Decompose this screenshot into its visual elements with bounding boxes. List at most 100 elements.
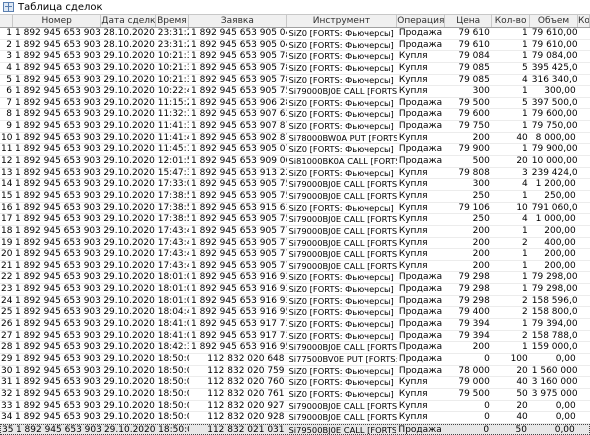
table-row[interactable]: 271 892 945 653 903 863 53429.10.202018:… <box>0 331 590 343</box>
table-row[interactable]: 241 892 945 653 903 816 74129.10.202018:… <box>0 296 590 308</box>
cell-operation: Купля <box>398 225 428 236</box>
cell-instrument: SiZ0 [FORTS: Фьючерсы] <box>288 51 394 62</box>
cell-quantity: 2 <box>522 307 528 318</box>
cell-order: 1 892 945 653 905 773 379 <box>191 237 286 248</box>
table-row[interactable]: 121 892 945 653 903 299 06629.10.202012:… <box>0 156 590 168</box>
table-row[interactable]: 211 892 945 653 903 774 57629.10.202017:… <box>0 261 590 273</box>
column-header-time[interactable]: Время <box>156 15 190 27</box>
cell-time: 17:43:43 <box>157 249 189 260</box>
cell-price: 79 400 <box>458 307 490 318</box>
cell-order: 112 832 020 761 <box>207 388 285 399</box>
table-row[interactable]: 231 892 945 653 903 816 74029.10.202018:… <box>0 284 590 296</box>
cell-row-number: 19 <box>1 237 13 248</box>
column-header-row-number[interactable] <box>0 15 13 27</box>
column-header-price[interactable]: Цена <box>445 15 493 27</box>
cell-row-number: 22 <box>1 272 13 283</box>
table-row[interactable]: 21 892 945 653 903 035 24728.10.202023:3… <box>0 40 590 52</box>
table-row[interactable]: 221 892 945 653 903 816 73929.10.202018:… <box>0 272 590 285</box>
table-row[interactable]: 81 892 945 653 903 227 42429.10.202011:3… <box>0 109 590 122</box>
table-row[interactable]: 41 892 945 653 903 109 95629.10.202010:2… <box>0 63 590 75</box>
table-row[interactable]: 291 892 945 653 903 870 72329.10.202018:… <box>0 354 590 366</box>
cell-volume: 0,00 <box>555 353 576 364</box>
table-row[interactable]: 101 892 945 653 903 247 55529.10.202011:… <box>0 133 590 145</box>
cell-operation: Продажа <box>398 353 443 364</box>
cell-quantity: 40 <box>516 377 528 388</box>
table-row[interactable]: 91 892 945 653 903 246 89229.10.202011:4… <box>0 121 590 133</box>
table-row[interactable]: 161 892 945 653 903 749 15829.10.202017:… <box>0 203 590 215</box>
column-header-operation[interactable]: Операция <box>397 15 446 27</box>
cell-volume: 8 000,00 <box>535 132 576 143</box>
table-row[interactable]: 71 892 945 653 903 197 11529.10.202011:1… <box>0 98 590 110</box>
cell-volume: 1 200,00 <box>535 179 576 190</box>
cell-operation: Продажа <box>398 319 443 330</box>
table-row[interactable]: 151 892 945 653 903 749 10229.10.202017:… <box>0 191 590 203</box>
table-row[interactable]: 261 892 945 653 903 863 53329.10.202018:… <box>0 319 590 331</box>
cell-price: 250 <box>472 190 490 201</box>
column-header-extra[interactable]: Ко <box>578 15 590 27</box>
cell-order: 1 892 945 653 916 938 769 <box>191 284 286 295</box>
table-row[interactable]: 321 892 945 653 903 871 71229.10.202018:… <box>0 389 590 401</box>
table-row[interactable]: 351 892 945 653 903 873 56529.10.202018:… <box>0 423 590 435</box>
table-row[interactable]: 311 892 945 653 903 871 71129.10.202018:… <box>0 377 590 389</box>
cell-trade-date: 29.10.2020 <box>103 156 155 167</box>
cell-price: 0 <box>484 353 490 364</box>
table-row[interactable]: 11 892 945 653 903 035 24628.10.202023:3… <box>0 28 590 40</box>
table-row[interactable]: 191 892 945 653 903 774 56829.10.202017:… <box>0 238 590 250</box>
cell-time: 10:21:31 <box>157 74 189 85</box>
column-header-volume[interactable]: Объем <box>530 15 578 27</box>
table-row[interactable]: 171 892 945 653 903 749 18229.10.202017:… <box>0 214 590 226</box>
cell-time: 18:41:05 <box>157 330 189 341</box>
cell-number: 1 892 945 653 903 711 342 <box>15 179 101 190</box>
cell-row-number: 15 <box>1 190 13 201</box>
cell-time: 11:45:14 <box>157 144 189 155</box>
table-row[interactable]: 251 892 945 653 903 823 89829.10.202018:… <box>0 307 590 320</box>
cell-row-number: 10 <box>1 132 13 143</box>
cell-row-number: 17 <box>1 214 13 225</box>
cell-price: 200 <box>472 342 490 353</box>
cell-quantity: 1 <box>522 51 528 62</box>
table-row[interactable]: 201 892 945 653 903 774 57229.10.202017:… <box>0 249 590 261</box>
cell-row-number: 14 <box>1 179 13 190</box>
cell-time: 18:50:05 <box>157 412 189 423</box>
cell-price: 79 610 <box>458 39 490 50</box>
cell-extra <box>578 40 590 51</box>
cell-order: 1 892 945 653 916 950 343 <box>191 307 286 318</box>
table-row[interactable]: 281 892 945 653 903 864 92029.10.202018:… <box>0 342 590 354</box>
cell-row-number: 27 <box>1 330 13 341</box>
trades-table[interactable]: Номер Дата сделки Время Заявка Инструмент Опе… <box>0 15 590 435</box>
table-row[interactable]: 301 892 945 653 903 871 71029.10.202018:… <box>0 366 590 378</box>
window-titlebar[interactable]: Таблица сделок <box>0 0 590 15</box>
cell-price: 79 900 <box>458 144 490 155</box>
table-row[interactable]: 131 892 945 653 903 558 73229.10.202015:… <box>0 168 590 180</box>
column-header-instrument[interactable]: Инструмент <box>287 15 398 27</box>
table-row[interactable]: 51 892 945 653 903 109 95729.10.202010:2… <box>0 75 590 87</box>
column-header-number[interactable]: Номер <box>13 15 102 27</box>
table-row[interactable]: 331 892 945 653 903 872 71229.10.202018:… <box>0 401 590 413</box>
cell-row-number: 26 <box>1 319 13 330</box>
table-row[interactable]: 31 892 945 653 903 109 95529.10.202010:2… <box>0 51 590 63</box>
cell-quantity: 3 <box>522 167 528 178</box>
cell-order: 1 892 945 653 905 773 379 <box>191 260 286 271</box>
cell-instrument: Si79500BJ0E CALL [FORTS: Опци <box>288 424 397 435</box>
table-row[interactable]: 141 892 945 653 903 711 34229.10.202017:… <box>0 179 590 191</box>
table-row[interactable]: 181 892 945 653 903 774 56529.10.202017:… <box>0 226 590 238</box>
cell-time: 12:01:55 <box>157 156 189 167</box>
column-header-trade-date[interactable]: Дата сделки <box>101 15 156 27</box>
table-row[interactable]: 61 892 945 653 903 113 28029.10.202010:2… <box>0 86 590 98</box>
table-row[interactable]: 341 892 945 653 903 872 99329.10.202018:… <box>0 412 590 424</box>
cell-operation: Продажа <box>398 28 443 38</box>
cell-row-number: 13 <box>1 167 13 178</box>
cell-row-number: 7 <box>6 97 12 108</box>
cell-time: 18:50:05 <box>157 353 189 364</box>
cell-extra <box>578 401 590 412</box>
cell-instrument: SiZ0 [FORTS: Фьючерсы] <box>288 109 394 120</box>
cell-instrument: Si79000BJ0E CALL [FORTS: Опци <box>288 260 397 271</box>
cell-row-number: 25 <box>1 307 13 318</box>
cell-quantity: 1 <box>522 144 528 155</box>
column-header-order[interactable]: Заявка <box>189 15 287 27</box>
cell-trade-date: 28.10.2020 <box>103 39 155 50</box>
table-row[interactable]: 111 892 945 653 903 264 00129.10.202011:… <box>0 144 590 157</box>
column-header-quantity[interactable]: Кол-во <box>492 15 531 27</box>
cell-extra <box>578 203 590 214</box>
cell-row-number: 1 <box>6 28 12 38</box>
